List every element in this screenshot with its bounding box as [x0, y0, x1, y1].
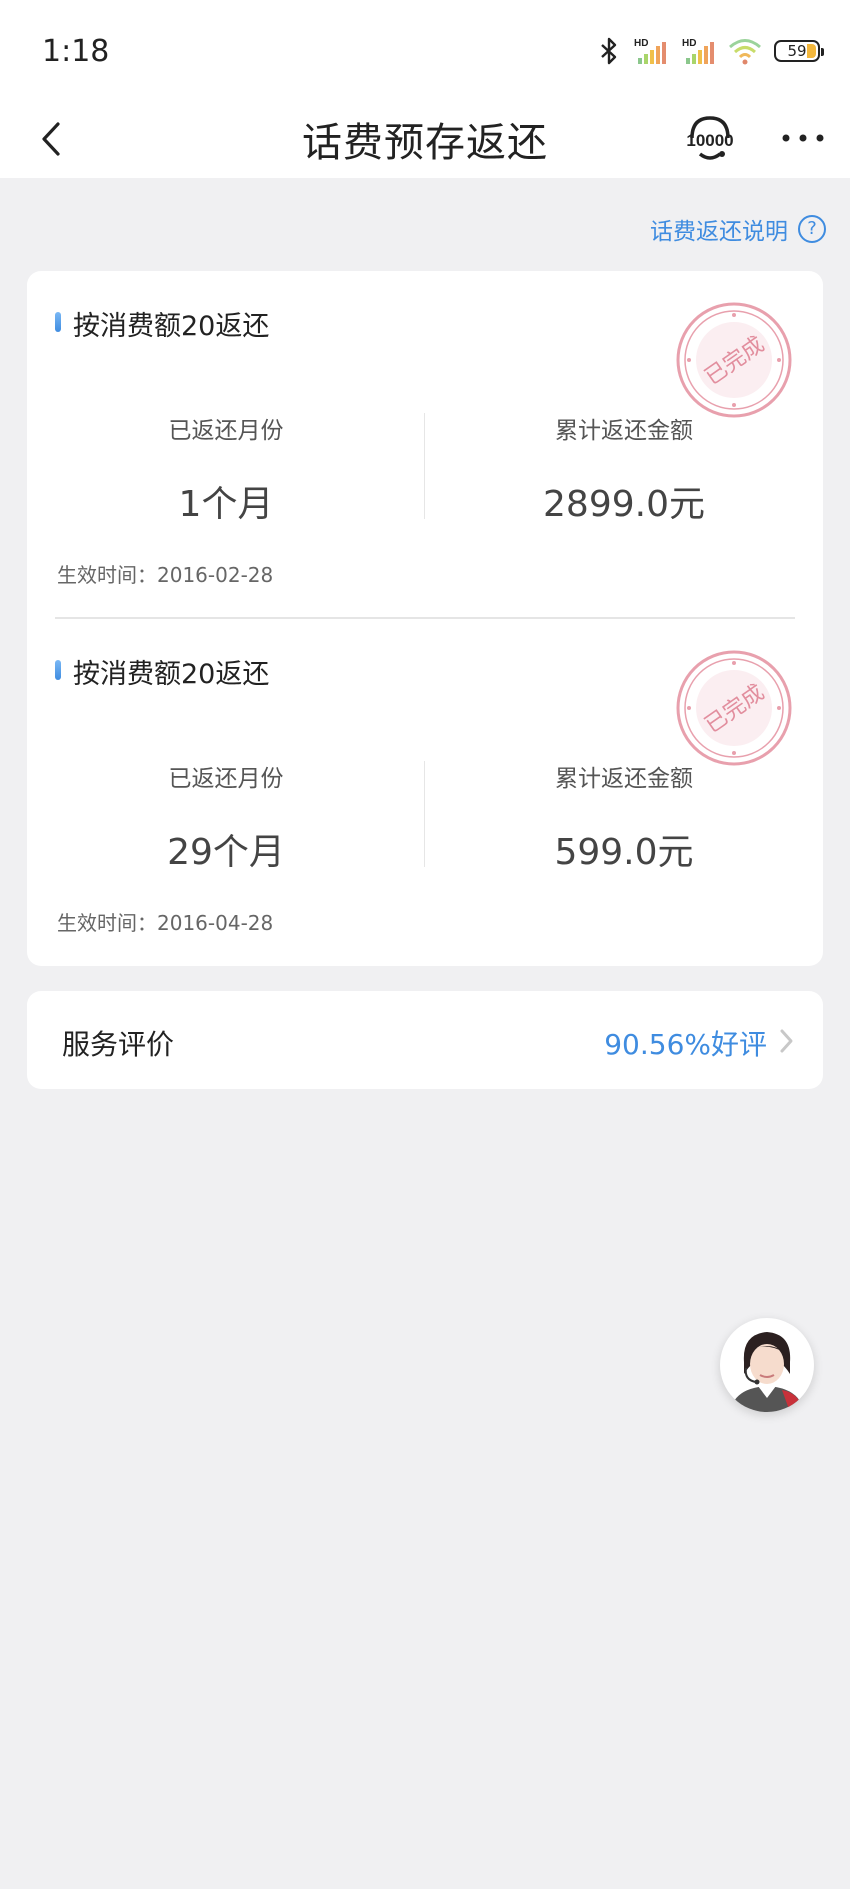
completed-stamp-icon: 已完成 — [676, 302, 792, 418]
wifi-icon — [729, 39, 761, 65]
service-rating-row[interactable]: 服务评价 90.56%好评 — [27, 991, 823, 1089]
assistant-avatar-button[interactable] — [720, 1318, 814, 1412]
status-bar: 1:18 HD HD 59 — [0, 0, 850, 100]
effective-date: 生效时间：2016-02-28 — [57, 563, 274, 587]
title-accent-bar — [55, 312, 61, 332]
chevron-right-icon — [780, 1029, 793, 1053]
total-amount-label: 累计返还金额 — [555, 418, 693, 444]
returned-months-label: 已返还月份 — [168, 766, 284, 792]
nav-bar: 话费预存返还 10000 — [0, 100, 850, 178]
record-title: 按消费额20返还 — [73, 311, 270, 342]
more-icon[interactable] — [780, 128, 826, 148]
svg-text:10000: 10000 — [686, 131, 733, 150]
returned-months-label: 已返还月份 — [168, 418, 284, 444]
status-icons: HD HD 59 — [598, 34, 824, 68]
total-amount-label: 累计返还金额 — [555, 766, 693, 792]
status-time: 1:18 — [42, 34, 110, 69]
refund-record: 按消费额20返还 已完成 已返还月份 1个月 累计返还金额 2899.0元 生效… — [27, 271, 823, 611]
returned-months-stat: 已返还月份 1个月 — [27, 411, 425, 527]
title-accent-bar — [55, 660, 61, 680]
customer-service-icon[interactable]: 10000 — [682, 110, 738, 166]
total-amount-stat: 累计返还金额 599.0元 — [425, 759, 823, 875]
total-amount-value: 2899.0元 — [543, 484, 705, 525]
refund-explanation-link[interactable]: 话费返还说明 ? — [650, 212, 826, 246]
total-amount-stat: 累计返还金额 2899.0元 — [425, 411, 823, 527]
signal-icon-1: HD — [634, 38, 666, 64]
returned-months-value: 29个月 — [167, 832, 285, 873]
record-title: 按消费额20返还 — [73, 659, 270, 690]
question-icon: ? — [798, 215, 826, 243]
bluetooth-icon — [601, 37, 617, 65]
assistant-avatar-icon — [723, 1321, 811, 1412]
service-rating-value: 90.56%好评 — [604, 1028, 767, 1061]
returned-months-stat: 已返还月份 29个月 — [27, 759, 425, 875]
total-amount-value: 599.0元 — [554, 832, 694, 873]
refund-explanation-label: 话费返还说明 — [650, 219, 788, 245]
service-rating-label: 服务评价 — [62, 1028, 175, 1061]
svg-text:HD: HD — [634, 38, 648, 49]
battery-icon: 59 — [774, 40, 824, 62]
refund-records-card: 按消费额20返还 已完成 已返还月份 1个月 累计返还金额 2899.0元 生效… — [27, 271, 823, 966]
svg-text:HD: HD — [682, 38, 696, 49]
completed-stamp-icon: 已完成 — [676, 650, 792, 766]
signal-icon-2: HD — [682, 38, 714, 64]
effective-date: 生效时间：2016-04-28 — [57, 911, 274, 935]
returned-months-value: 1个月 — [178, 484, 274, 525]
refund-record: 按消费额20返还 已完成 已返还月份 29个月 累计返还金额 599.0元 生效… — [27, 619, 823, 959]
